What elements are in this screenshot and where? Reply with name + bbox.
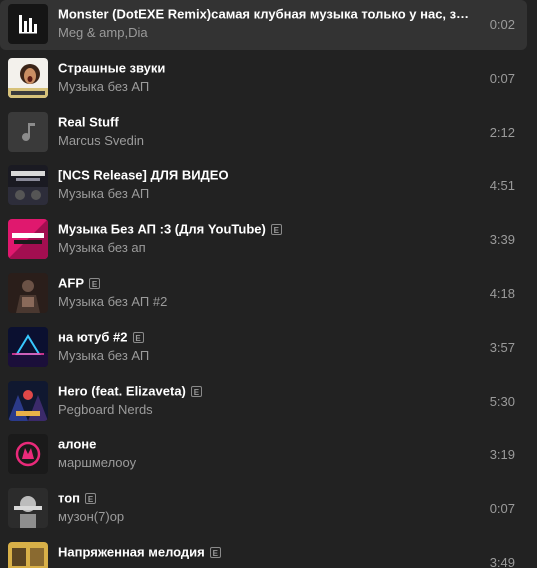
track-artist[interactable]: музон(7)ор [58,509,458,525]
track-duration: 3:19 [489,447,515,463]
track-title-text[interactable]: топ [58,491,80,506]
track-row[interactable]: на ютуб #2 E Музыка без АП 3:57 [0,323,527,373]
track-artist[interactable]: Музыка без АП [58,186,458,202]
equalizer-icon[interactable] [8,4,48,44]
track-title[interactable]: Страшные звуки [58,60,472,77]
explicit-badge: E [190,385,202,397]
track-artist[interactable]: Pegboard Nerds [58,402,458,418]
cover-art-image[interactable] [8,434,48,475]
track-duration: 4:18 [489,286,515,301]
track-title-text[interactable]: Real Stuff [58,114,119,129]
cover-art-image[interactable] [8,542,48,568]
track-row[interactable]: алоне маршмелооу 3:19 [0,430,527,480]
track-title[interactable]: Real Stuff [58,114,472,131]
track-title-text[interactable]: Monster (DotEXE Remix)самая клубная музы… [58,6,472,22]
music-note-icon[interactable] [8,111,48,152]
track-duration: 3:49 [489,555,515,568]
track-duration: 0:07 [489,70,515,86]
track-title[interactable]: AFP E [58,275,472,292]
cover-art-image[interactable] [8,165,48,206]
track-row[interactable]: AFP E Музыка без АП #2 4:18 [0,269,527,319]
track-row[interactable]: [NCS Release] ДЛЯ ВИДЕО Музыка без АП 4:51 [0,161,527,211]
track-title-text[interactable]: Страшные звуки [58,60,165,75]
track-artist[interactable]: Музыка без ап [58,240,458,256]
track-title-text[interactable]: на ютуб #2 [58,329,128,344]
track-row[interactable]: Музыка Без АП :3 (Для YouTube) E Музыка бе… [0,215,527,265]
track-title-text[interactable]: AFP [58,276,84,291]
track-duration: 2:12 [489,124,515,140]
track-row[interactable]: топ Eмузон(7)ор 0:07 [0,484,527,534]
track-title[interactable]: Monster (DotEXE Remix)самая клубная музы… [58,6,472,23]
track-title[interactable]: топ E [58,490,472,507]
track-title[interactable]: на ютуб #2 E [58,329,472,346]
track-title-text[interactable]: Напряженная мелодия [58,545,205,560]
track-title[interactable]: Музыка Без АП :3 (Для YouTube) E [58,221,472,238]
track-artist[interactable]: Музыка без АП [58,79,458,95]
explicit-badge: E [89,278,100,290]
track-title-text[interactable]: [NCS Release] ДЛЯ ВИДЕО [58,168,229,183]
track-row[interactable]: Monster (DotEXE Remix)самая клубная музы… [0,0,527,50]
cover-art-image[interactable] [8,380,48,421]
track-artist[interactable]: маршмелооу [58,455,458,471]
track-duration: 0:02 [489,17,515,32]
track-row[interactable]: Напряженная мелодия E 3:49 [0,538,527,568]
track-duration: 0:07 [489,501,515,517]
track-artist[interactable]: Meg & amp,Dia [58,25,458,41]
explicit-badge: E [132,331,144,343]
track-duration: 5:30 [489,393,515,409]
track-duration: 3:57 [489,339,515,355]
track-title-text[interactable]: Музыка Без АП :3 (Для YouTube) [58,222,266,237]
cover-art-image[interactable] [8,488,48,529]
track-title[interactable]: Hero (feat. Elizaveta) E [58,383,472,400]
track-title-text[interactable]: Hero (feat. Elizaveta) [58,383,186,398]
cover-art-image[interactable] [8,273,48,313]
track-list: Monster (DotEXE Remix)самая клубная музы… [0,0,537,568]
track-row[interactable]: Hero (feat. Elizaveta) E Pegboard Nerds 5:3… [0,377,527,427]
track-row[interactable]: Страшные звуки Музыка без АП 0:07 [0,54,527,104]
explicit-badge: E [209,547,221,559]
track-title[interactable]: алоне [58,436,472,453]
track-title[interactable]: Напряженная мелодия E [58,544,472,561]
cover-art-image[interactable] [8,219,48,260]
track-title[interactable]: [NCS Release] ДЛЯ ВИДЕО [58,167,472,184]
track-artist[interactable]: Музыка без АП #2 [58,294,458,310]
explicit-badge: E [85,493,96,505]
track-row[interactable]: Real Stuff Marcus Svedin 2:12 [0,108,527,158]
track-artist[interactable]: Музыка без АП [58,348,458,364]
cover-art-image[interactable] [8,57,48,98]
cover-art-image[interactable] [8,326,48,367]
explicit-badge: E [270,224,282,236]
track-duration: 4:51 [489,178,515,194]
track-duration: 3:39 [489,232,515,248]
track-title-text[interactable]: алоне [58,437,96,452]
track-artist[interactable]: Marcus Svedin [58,133,458,149]
